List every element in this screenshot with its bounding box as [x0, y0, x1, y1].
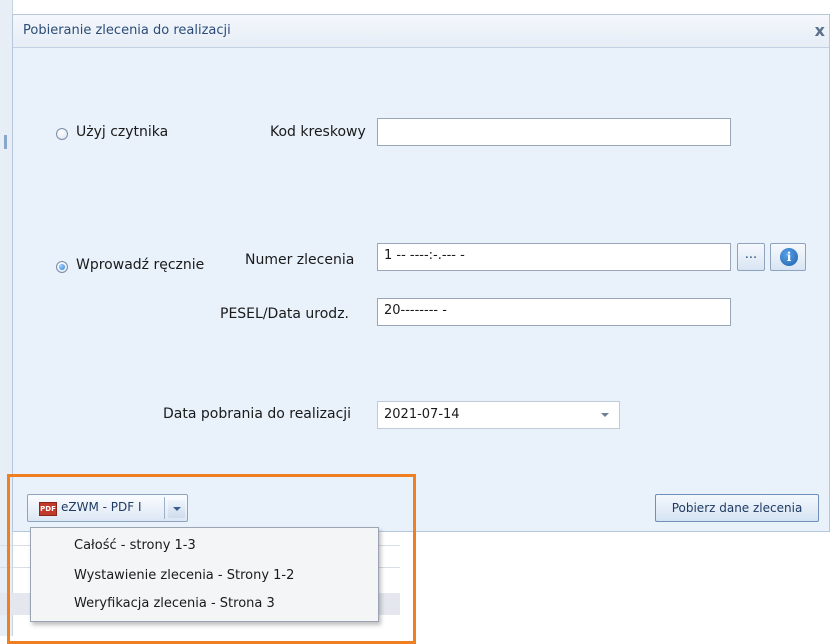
fetch-date-label: Data pobrania do realizacji: [163, 406, 352, 422]
dialog-titlebar: Pobieranie zlecenia do realizacji x: [13, 15, 829, 48]
close-button[interactable]: x: [815, 21, 825, 40]
order-fetch-dialog: Pobieranie zlecenia do realizacji x: [12, 14, 830, 532]
manual-entry-radio[interactable]: [56, 261, 68, 273]
pesel-label: PESEL/Data urodz.: [220, 306, 349, 322]
fetch-order-button[interactable]: Pobierz dane zlecenia: [655, 494, 819, 522]
info-button[interactable]: i: [770, 243, 806, 271]
fetch-date-value: 2021-07-14: [384, 407, 460, 422]
barcode-input[interactable]: [377, 118, 731, 146]
manual-entry-label[interactable]: Wprowadź ręcznie: [76, 257, 204, 273]
order-number-input[interactable]: 1 -- ----:-.--- -: [377, 243, 731, 271]
pesel-input[interactable]: 20-------- -: [377, 298, 731, 326]
background-marker: [4, 135, 7, 149]
browse-button-label: ...: [744, 247, 758, 262]
info-icon: i: [780, 248, 798, 266]
barcode-label: Kod kreskowy: [270, 124, 366, 140]
chevron-down-icon[interactable]: [601, 413, 609, 417]
use-reader-label[interactable]: Użyj czytnika: [76, 124, 168, 140]
dialog-title: Pobieranie zlecenia do realizacji: [23, 23, 231, 38]
order-number-label: Numer zlecenia: [245, 252, 355, 268]
fetch-date-select[interactable]: 2021-07-14: [377, 401, 620, 429]
highlight-frame: [7, 474, 416, 644]
use-reader-radio[interactable]: [56, 128, 68, 140]
